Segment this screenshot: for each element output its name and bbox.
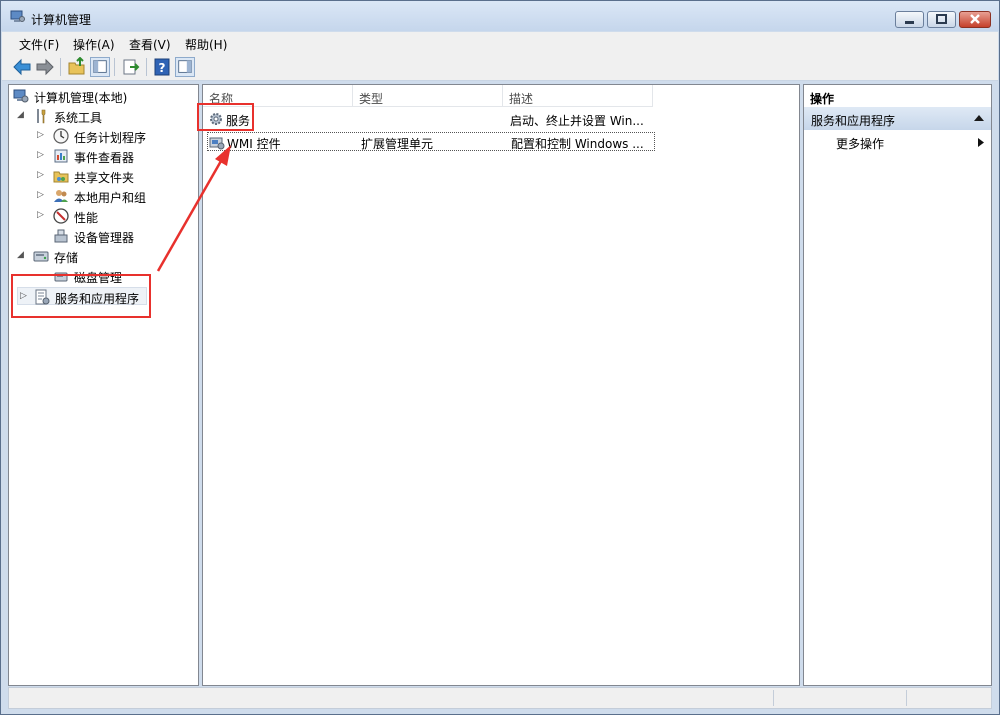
toolbar-separator xyxy=(60,58,61,76)
column-header-description[interactable]: 描述 xyxy=(503,85,653,107)
expanded-arrow-icon[interactable]: ◢ xyxy=(17,250,24,260)
shared-folder-icon xyxy=(53,171,69,183)
list-item-wmi-control[interactable]: WMI 控件 扩展管理单元 配置和控制 Windows ... xyxy=(207,132,655,151)
up-folder-icon[interactable] xyxy=(67,57,87,77)
tree-label: 存储 xyxy=(54,251,79,265)
list-cell-type: 扩展管理单元 xyxy=(361,137,434,151)
list-cell-description: 配置和控制 Windows ... xyxy=(511,137,644,151)
menu-file[interactable]: 文件(F) xyxy=(19,36,59,53)
tree-label: 事件查看器 xyxy=(74,151,135,165)
collapsed-arrow-icon[interactable]: ▷ xyxy=(37,190,44,200)
tools-icon xyxy=(37,109,46,124)
collapsed-arrow-icon[interactable]: ▷ xyxy=(37,130,44,140)
restore-icon xyxy=(936,14,947,24)
show-hide-action-pane-icon[interactable] xyxy=(175,57,195,77)
collapse-up-icon[interactable] xyxy=(974,114,984,122)
actions-section-label: 服务和应用程序 xyxy=(811,114,896,128)
help-icon[interactable]: ? xyxy=(152,57,172,77)
back-icon[interactable] xyxy=(12,57,32,77)
expanded-arrow-icon[interactable]: ◢ xyxy=(17,110,24,120)
window-title: 计算机管理 xyxy=(31,13,92,27)
actions-header: 操作 xyxy=(804,85,991,108)
forward-icon[interactable] xyxy=(35,57,55,77)
clock-icon xyxy=(53,128,69,144)
actions-section-services-and-applications[interactable]: 服务和应用程序 xyxy=(804,107,991,130)
close-icon xyxy=(970,14,980,24)
close-button[interactable] xyxy=(959,11,991,28)
tree-label: 系统工具 xyxy=(54,111,103,125)
collapsed-arrow-icon[interactable]: ▷ xyxy=(37,210,44,220)
menu-help[interactable]: 帮助(H) xyxy=(185,36,227,53)
highlight-box-services xyxy=(197,103,254,131)
storage-icon xyxy=(33,251,49,262)
actions-pane: 操作 服务和应用程序 更多操作 xyxy=(803,84,992,686)
svg-text:?: ? xyxy=(159,61,166,75)
highlight-box-services-and-applications xyxy=(11,274,151,318)
collapsed-arrow-icon[interactable]: ▷ xyxy=(37,170,44,180)
tree-label: 计算机管理(本地) xyxy=(34,91,128,105)
title-bar[interactable]: 计算机管理 xyxy=(1,1,999,31)
performance-icon xyxy=(53,208,69,224)
toolbar: ? xyxy=(2,53,998,81)
users-icon xyxy=(54,190,68,202)
tree-label: 性能 xyxy=(74,211,99,225)
menu-action[interactable]: 操作(A) xyxy=(73,36,115,53)
tree-label: 共享文件夹 xyxy=(74,171,135,185)
annotation-arrow xyxy=(156,145,231,272)
list-cell-description: 启动、终止并设置 Win... xyxy=(510,114,644,128)
tree-label: 设备管理器 xyxy=(74,231,135,245)
submenu-arrow-icon xyxy=(978,138,984,147)
minimize-icon xyxy=(905,21,914,24)
status-divider xyxy=(906,690,907,706)
tree-label: 本地用户和组 xyxy=(74,191,147,205)
device-manager-icon xyxy=(54,229,68,243)
toolbar-separator xyxy=(146,58,147,76)
computer-management-icon xyxy=(10,10,25,22)
show-hide-tree-icon[interactable] xyxy=(90,57,110,77)
export-list-icon[interactable] xyxy=(121,57,141,77)
tree-label: 任务计划程序 xyxy=(74,131,147,145)
status-bar xyxy=(8,687,992,709)
minimize-button[interactable] xyxy=(895,11,924,28)
event-viewer-icon xyxy=(54,149,68,163)
more-actions-label: 更多操作 xyxy=(836,137,885,151)
computer-management-icon xyxy=(13,89,29,103)
computer-management-window: 计算机管理 文件(F) 操作(A) 查看(V) 帮助(H) ? 计算机管理(本地… xyxy=(0,0,1000,715)
maximize-button[interactable] xyxy=(927,11,956,28)
status-divider xyxy=(773,690,774,706)
menu-bar: 文件(F) 操作(A) 查看(V) 帮助(H) xyxy=(2,32,998,53)
collapsed-arrow-icon[interactable]: ▷ xyxy=(37,150,44,160)
more-actions-item[interactable]: 更多操作 xyxy=(804,132,991,152)
menu-view[interactable]: 查看(V) xyxy=(129,36,171,53)
result-list-pane[interactable]: 名称 类型 描述 服务 启动、终止并设置 Win... WMI 控件 扩展管理单… xyxy=(202,84,800,686)
column-header-type[interactable]: 类型 xyxy=(353,85,503,107)
toolbar-separator xyxy=(114,58,115,76)
list-item-services[interactable]: 服务 启动、终止并设置 Win... xyxy=(207,110,657,129)
actions-title: 操作 xyxy=(810,92,835,106)
